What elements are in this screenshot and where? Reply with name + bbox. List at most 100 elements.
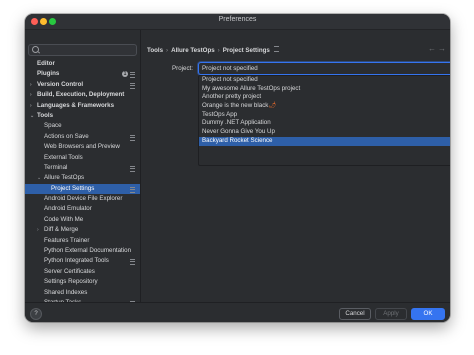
sidebar-item[interactable]: Editor <box>25 59 140 69</box>
sidebar-item[interactable]: Android Device File Explorer <box>25 194 140 204</box>
breadcrumb: Tools › Allure TestOps › Project Settings <box>147 46 279 56</box>
sidebar-item[interactable]: › Version Control <box>25 80 140 90</box>
apply-button[interactable]: Apply <box>375 308 407 320</box>
project-option[interactable]: TestOps App <box>199 111 450 120</box>
sidebar-item[interactable]: Space <box>25 121 140 131</box>
update-badge: 1 <box>122 71 128 78</box>
sidebar-item-label: Python External Documentation <box>44 247 132 255</box>
breadcrumb-allure[interactable]: Allure TestOps <box>171 47 215 54</box>
project-label: Project: <box>172 65 193 72</box>
project-level-icon <box>130 186 135 193</box>
sidebar-item[interactable]: Web Browsers and Preview <box>25 142 140 152</box>
project-option-label: Orange is the new black <box>202 102 269 110</box>
project-option[interactable]: Backyard Rocket Science <box>199 136 450 146</box>
sidebar-item[interactable]: Android Emulator <box>25 204 140 214</box>
sidebar-item[interactable]: ⌄ Tools <box>25 111 140 121</box>
sidebar-item-label: Build, Execution, Deployment <box>37 91 125 99</box>
sidebar-item-label: Tools <box>37 111 54 119</box>
project-settings-icon <box>273 46 279 52</box>
sidebar-item-label: Features Trainer <box>44 236 90 244</box>
project-combobox[interactable]: Project not specified <box>198 62 450 75</box>
sidebar-item-label: External Tools <box>44 153 83 161</box>
project-level-icon <box>130 72 135 79</box>
project-option-label: Never Gonna Give You Up <box>202 128 275 136</box>
project-option[interactable]: Dummy .NET Application <box>199 119 450 128</box>
chevron-right-icon[interactable]: › <box>30 101 32 111</box>
back-arrow-icon[interactable]: ← <box>428 44 436 53</box>
sidebar-item[interactable]: › Diff & Merge <box>25 225 140 235</box>
help-button[interactable]: ? <box>30 308 42 320</box>
project-level-icon <box>130 82 135 89</box>
project-level-icon <box>130 259 135 266</box>
sidebar-item-label: Editor <box>37 60 55 67</box>
project-combobox-value: Project not specified <box>202 65 258 72</box>
sidebar-item-label: Terminal <box>44 163 68 171</box>
sidebar-item[interactable]: Shared Indexes <box>25 288 140 298</box>
project-level-icon <box>130 165 135 172</box>
project-level-icon <box>130 134 135 141</box>
project-option[interactable]: My awesome Allure TestOps project <box>199 85 450 94</box>
cancel-button[interactable]: Cancel <box>339 308 371 320</box>
title-bar: Preferences <box>25 14 450 30</box>
sidebar-item-label: Code With Me <box>44 215 84 223</box>
sidebar-item-label: Allure TestOps <box>44 174 85 182</box>
window-title: Preferences <box>218 16 257 23</box>
preferences-window: Preferences Editor Plugins 1 › Version Contr… <box>25 14 450 322</box>
chevron-right-icon[interactable]: › <box>37 225 39 235</box>
chevron-down-icon[interactable]: ⌄ <box>30 111 34 121</box>
sidebar-item[interactable]: Settings Repository <box>25 277 140 287</box>
project-option[interactable]: Never Gonna Give You Up <box>199 128 450 137</box>
settings-search-input[interactable] <box>28 44 137 56</box>
sidebar-item[interactable]: Server Certificates <box>25 267 140 277</box>
sidebar-item[interactable]: Terminal <box>25 163 140 173</box>
project-dropdown-list: Project not specified My awesome Allure T… <box>198 75 450 166</box>
project-option-label: Project not specified <box>202 76 258 83</box>
settings-tree: Editor Plugins 1 › Version Control › Build, Ex… <box>25 59 140 319</box>
sidebar-item[interactable]: Plugins 1 <box>25 69 140 79</box>
project-option[interactable]: Project not specified <box>199 76 450 85</box>
sidebar-item[interactable]: Project Settings <box>25 183 140 195</box>
chevron-down-icon[interactable]: ⌄ <box>37 173 41 183</box>
breadcrumb-tools[interactable]: Tools <box>147 47 163 54</box>
sidebar-item[interactable]: › Build, Execution, Deployment <box>25 90 140 100</box>
sidebar-item-label: Web Browsers and Preview <box>44 143 120 151</box>
sidebar-item-label: Space <box>44 122 62 130</box>
sidebar-item-label: Shared Indexes <box>44 288 88 296</box>
project-option-label: Backyard Rocket Science <box>202 136 273 144</box>
settings-sidebar: Editor Plugins 1 › Version Control › Build, Ex… <box>25 30 141 318</box>
sidebar-item[interactable]: Code With Me <box>25 215 140 225</box>
search-icon <box>32 46 39 53</box>
chevron-right-icon[interactable]: › <box>30 90 32 100</box>
pepper-icon: 🌶 <box>268 102 277 110</box>
ok-button[interactable]: OK <box>411 308 445 320</box>
sidebar-item-label: Languages & Frameworks <box>37 101 115 109</box>
forward-arrow-icon[interactable]: → <box>438 44 446 53</box>
sidebar-item[interactable]: › Languages & Frameworks <box>25 101 140 111</box>
sidebar-item-label: Diff & Merge <box>44 226 79 234</box>
sidebar-item-label: Python Integrated Tools <box>44 257 109 265</box>
sidebar-item-label: Version Control <box>37 80 84 88</box>
chevron-right-icon[interactable]: › <box>30 80 32 90</box>
sidebar-item-label: Settings Repository <box>44 278 98 286</box>
sidebar-item-label: Plugins <box>37 70 60 78</box>
project-option[interactable]: Another pretty project <box>199 93 450 102</box>
sidebar-item[interactable]: External Tools <box>25 153 140 163</box>
project-option-label: Dummy .NET Application <box>202 119 271 127</box>
breadcrumb-separator-icon: › <box>166 47 169 54</box>
sidebar-item-label: Android Device File Explorer <box>44 195 123 203</box>
project-option-label: Another pretty project <box>202 93 262 101</box>
sidebar-item[interactable]: Python Integrated Tools <box>25 256 140 266</box>
sidebar-item-label: Actions on Save <box>44 132 89 140</box>
project-option[interactable]: Orange is the new black🌶 <box>199 102 450 111</box>
project-option-label: TestOps App <box>202 110 238 118</box>
sidebar-item[interactable]: Python External Documentation <box>25 246 140 256</box>
sidebar-item-label: Project Settings <box>51 184 95 192</box>
sidebar-item-label: Server Certificates <box>44 267 95 275</box>
project-option-label: My awesome Allure TestOps project <box>202 84 301 92</box>
sidebar-item[interactable]: ⌄ Allure TestOps <box>25 173 140 183</box>
breadcrumb-project-settings: Project Settings <box>222 47 270 54</box>
settings-content: Tools › Allure TestOps › Project Settings ← … <box>141 30 450 302</box>
dialog-footer: ? Cancel Apply OK <box>25 302 450 322</box>
sidebar-item[interactable]: Actions on Save <box>25 132 140 142</box>
sidebar-item[interactable]: Features Trainer <box>25 236 140 246</box>
